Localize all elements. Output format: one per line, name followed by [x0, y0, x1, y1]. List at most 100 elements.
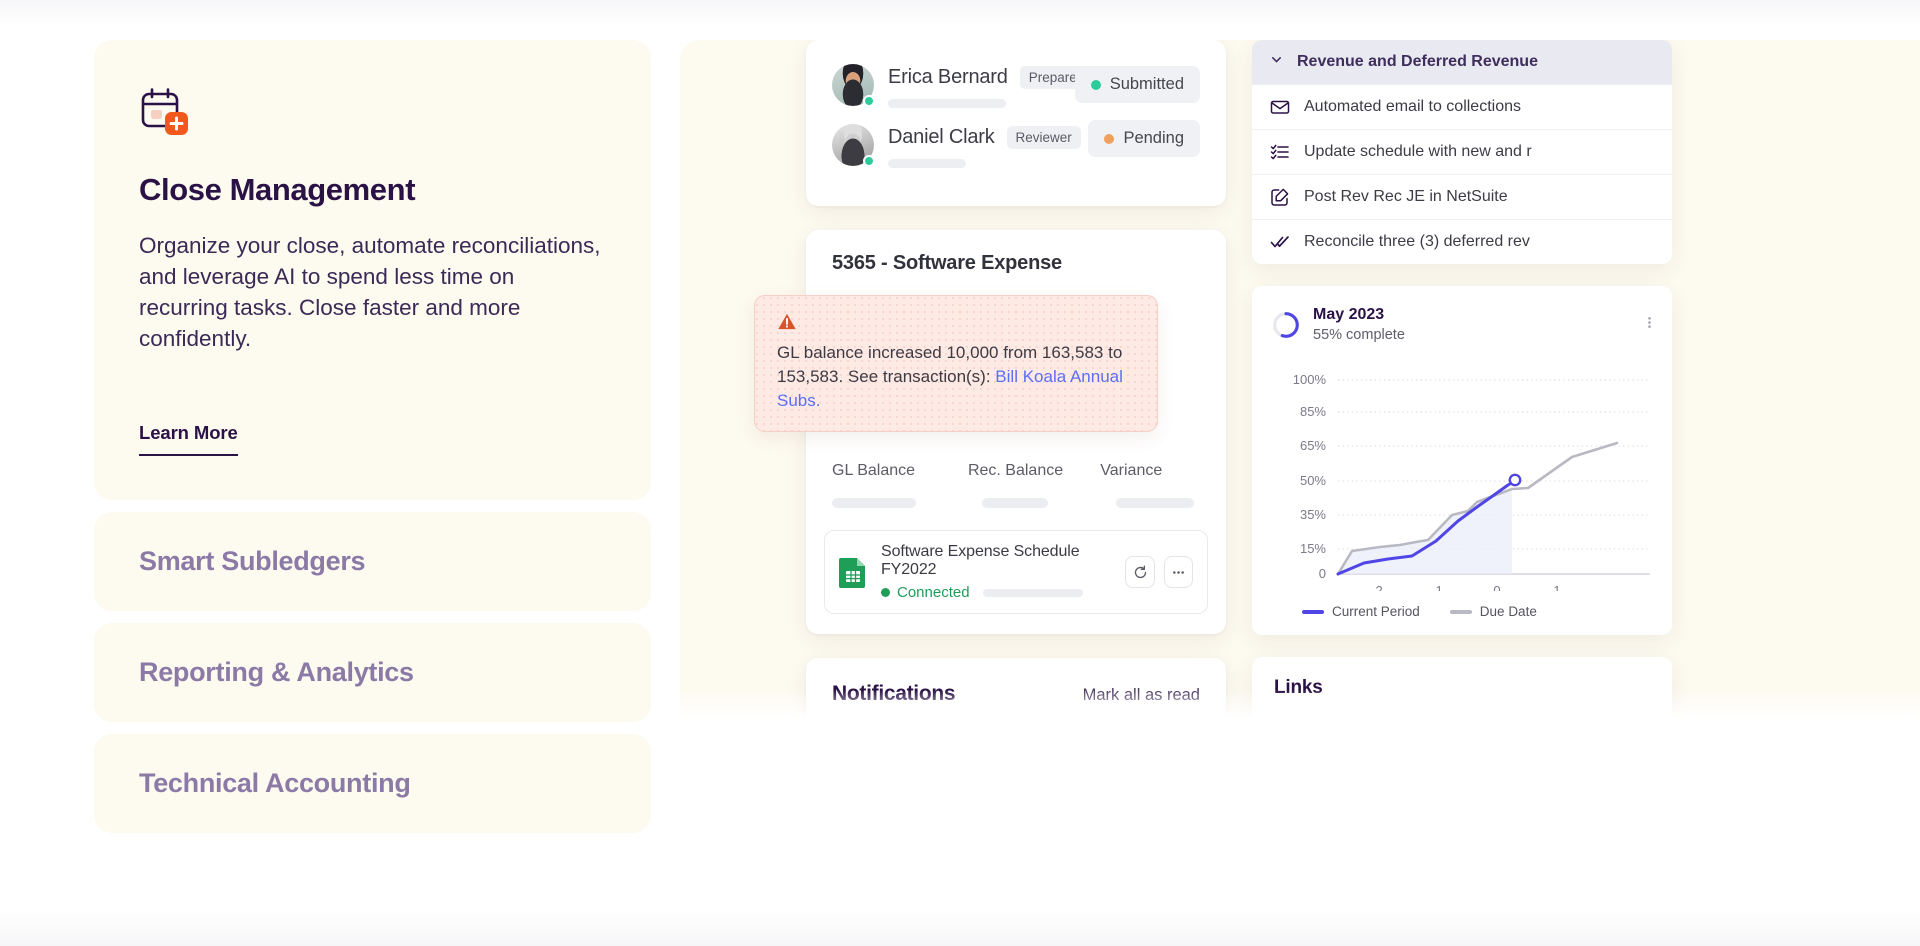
- xtick-label: -1: [1431, 583, 1443, 591]
- balance-table-header: GL Balance Rec. Balance Variance: [806, 448, 1226, 480]
- placeholder-bar: [888, 159, 966, 168]
- accordion-label: Reporting & Analytics: [139, 657, 414, 688]
- connected-status-dot: [881, 588, 890, 598]
- ytick-label: 15%: [1300, 541, 1326, 556]
- kebab-menu-icon[interactable]: [1647, 314, 1652, 336]
- accordion-label: Smart Subledgers: [139, 546, 366, 577]
- checklist-row-label: Update schedule with new and r: [1304, 143, 1532, 160]
- learn-more-link-wrap[interactable]: Learn More: [139, 422, 238, 457]
- status-dot: [1104, 133, 1115, 144]
- account-title: 5365 - Software Expense: [832, 252, 1062, 274]
- double-check-icon: [1270, 232, 1290, 252]
- account-reconciliation-card: 5365 - Software Expense GL balance incre…: [754, 230, 1226, 635]
- checklist-group-label: Revenue and Deferred Revenue: [1297, 53, 1538, 70]
- checklist-row-label: Automated email to collections: [1304, 98, 1521, 115]
- page-top-band: [0, 0, 1920, 26]
- online-status-dot: [863, 95, 875, 107]
- checklist-icon: [1270, 142, 1290, 162]
- progress-line-chart: 100% 85% 65% 50% 35% 15% 0 -2 -1 0 1: [1272, 361, 1652, 598]
- chart-legend: Current Period Due Date: [1272, 604, 1652, 619]
- links-card: Links: [1252, 657, 1672, 716]
- checklist-card: Revenue and Deferred Revenue Automated e…: [1252, 40, 1672, 264]
- connected-file-row[interactable]: Software Expense Schedule FY2022 Connect…: [824, 530, 1208, 615]
- status-badge-submitted[interactable]: Submitted: [1074, 66, 1200, 103]
- chart-endpoint-marker: [1508, 473, 1522, 487]
- progress-ring: [1272, 311, 1300, 339]
- notifications-title: Notifications: [832, 682, 956, 706]
- accordion-item-reporting-analytics[interactable]: Reporting & Analytics: [94, 623, 651, 723]
- approvers-card: Erica Bernard Preparer Submitted Daniel …: [806, 40, 1226, 206]
- legend-swatch: [1302, 609, 1324, 614]
- status-badge-pending[interactable]: Pending: [1088, 120, 1200, 157]
- ytick-label: 0: [1319, 566, 1326, 581]
- online-status-dot: [863, 155, 875, 167]
- placeholder-bar: [982, 498, 1048, 509]
- checklist-row-label: Reconcile three (3) deferred rev: [1304, 233, 1530, 250]
- checklist-row-post-je[interactable]: Post Rev Rec JE in NetSuite: [1252, 174, 1672, 219]
- refresh-icon[interactable]: [1125, 556, 1155, 589]
- checklist-header[interactable]: Revenue and Deferred Revenue: [1252, 40, 1672, 84]
- page-bottom-band: [0, 910, 1920, 946]
- placeholder-bar: [982, 588, 1083, 597]
- chart-progress-label: 55% complete: [1313, 327, 1405, 343]
- feature-accordion: Close Management Organize your close, au…: [94, 40, 651, 845]
- checklist-row-automated-email[interactable]: Automated email to collections: [1252, 84, 1672, 129]
- alert-message: GL balance increased 10,000 from 163,583…: [777, 341, 1135, 413]
- legend-swatch: [1449, 609, 1472, 614]
- placeholder-bar: [832, 498, 916, 509]
- person-name: Daniel Clark: [888, 126, 995, 148]
- accordion-item-close-management[interactable]: Close Management Organize your close, au…: [94, 40, 651, 501]
- checklist-row-reconcile[interactable]: Reconcile three (3) deferred rev: [1252, 219, 1672, 264]
- ytick-label: 100%: [1293, 372, 1327, 387]
- center-column: Erica Bernard Preparer Submitted Daniel …: [754, 40, 1226, 716]
- status-label: Pending: [1123, 129, 1184, 147]
- legend-label: Due Date: [1479, 604, 1537, 619]
- warning-triangle-icon: [777, 312, 797, 331]
- links-title: Links: [1274, 677, 1323, 698]
- more-horizontal-icon[interactable]: [1163, 556, 1193, 589]
- gl-variance-alert: GL balance increased 10,000 from 163,583…: [754, 295, 1158, 433]
- status-label: Submitted: [1109, 75, 1184, 93]
- legend-item-current-period: Current Period: [1302, 604, 1420, 619]
- column-header-rec-balance: Rec. Balance: [967, 462, 1064, 480]
- avatar: [832, 64, 875, 107]
- product-screenshot-area: Erica Bernard Preparer Submitted Daniel …: [680, 40, 1920, 716]
- right-column: Revenue and Deferred Revenue Automated e…: [1252, 40, 1672, 716]
- ytick-label: 50%: [1300, 473, 1326, 488]
- accordion-item-smart-subledgers[interactable]: Smart Subledgers: [94, 512, 651, 612]
- ytick-label: 85%: [1300, 404, 1326, 419]
- xtick-label: 1: [1553, 583, 1560, 591]
- role-badge: Reviewer: [1006, 126, 1081, 149]
- screenshot-root: Close Management Organize your close, au…: [0, 0, 1920, 946]
- accordion-item-technical-accounting[interactable]: Technical Accounting: [94, 734, 651, 834]
- xtick-label: -2: [1371, 583, 1383, 591]
- chart-period-label: May 2023: [1313, 306, 1385, 323]
- column-header-variance: Variance: [1100, 462, 1163, 480]
- checklist-row-update-schedule[interactable]: Update schedule with new and r: [1252, 129, 1672, 174]
- mark-all-as-read-button[interactable]: Mark all as read: [1083, 686, 1200, 705]
- legend-item-due-date: Due Date: [1449, 604, 1537, 619]
- page-title: Close Management: [139, 172, 416, 207]
- avatar: [832, 124, 875, 167]
- column-header-gl-balance: GL Balance: [832, 462, 916, 480]
- calendar-plus-icon: [139, 86, 191, 138]
- chevron-down-icon[interactable]: [1270, 53, 1283, 71]
- chart-svg: 100% 85% 65% 50% 35% 15% 0 -2 -1 0 1: [1293, 372, 1650, 598]
- placeholder-bar: [888, 99, 1006, 108]
- status-dot: [1090, 79, 1101, 90]
- ytick-label: 65%: [1300, 438, 1326, 453]
- person-name: Erica Bernard: [888, 66, 1008, 88]
- notifications-card: Notifications Mark all as read Review No…: [806, 658, 1226, 716]
- panel-description: Organize your close, automate reconcilia…: [139, 233, 601, 352]
- accordion-label: Technical Accounting: [139, 768, 411, 799]
- close-progress-chart-card: May 2023 55% complete 100% 85% 65% 50% 3…: [1252, 286, 1672, 635]
- file-name: Software Expense Schedule FY2022: [881, 543, 1080, 579]
- google-sheets-icon: [839, 556, 867, 589]
- table-row: [806, 480, 1226, 509]
- learn-more-link[interactable]: Learn More: [139, 422, 238, 457]
- xtick-label: 0: [1493, 583, 1500, 591]
- checklist-row-label: Post Rev Rec JE in NetSuite: [1304, 188, 1508, 205]
- placeholder-bar: [1116, 498, 1194, 509]
- edit-square-icon: [1270, 187, 1290, 207]
- legend-label: Current Period: [1332, 604, 1420, 619]
